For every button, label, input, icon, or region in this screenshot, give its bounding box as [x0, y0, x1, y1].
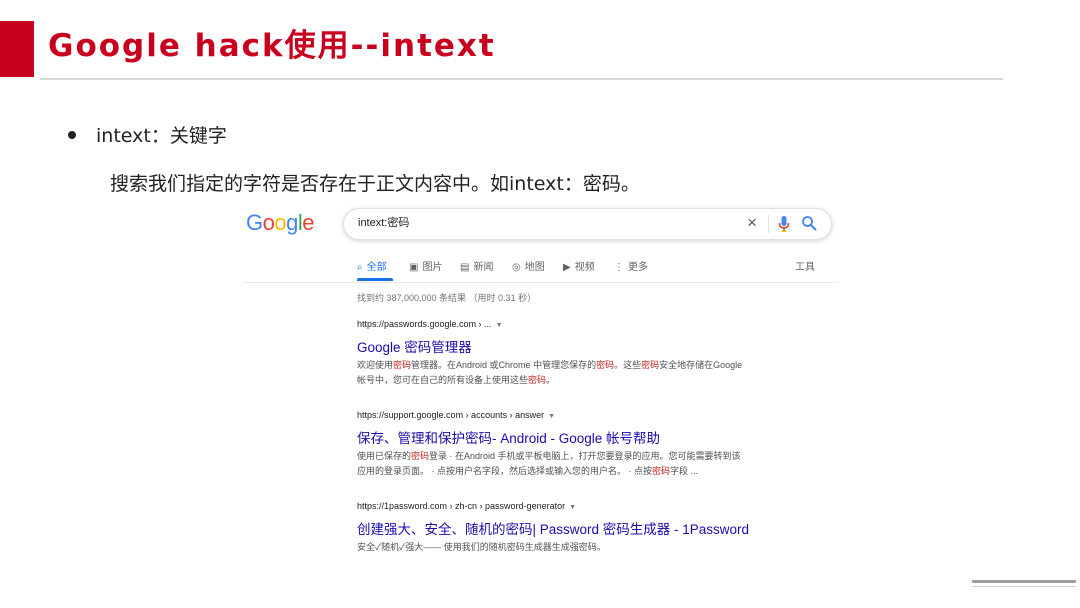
snippet-line: 应用的登录页面。 · 点按用户名字段，然后选择或输入您的用户名。 · 点按密码字… [357, 464, 787, 479]
tab-more[interactable]: ⋮ 更多 [614, 258, 648, 273]
tab-images[interactable]: ▣ 图片 [409, 258, 442, 273]
result-title-link[interactable]: 创建强大、安全、随机的密码| Password 密码生成器 - 1Passwor… [357, 521, 787, 538]
news-icon: ▤ [460, 262, 470, 273]
result-url[interactable]: https://passwords.google.com › ... ▼ [357, 318, 787, 332]
snippet-text: 。这些 [614, 360, 642, 370]
snippet-text: 使用已保存的 [357, 451, 412, 461]
result-url-text: https://1password.com › zh-cn › password… [357, 501, 566, 511]
snippet-text: 登录 · 在Android 手机或平板电脑上，打开您要登录的应用。您可能需要转到… [429, 451, 741, 461]
tab-videos[interactable]: ▶ 视频 [563, 258, 595, 273]
tab-maps[interactable]: ◎ 地图 [512, 258, 545, 273]
video-icon: ▶ [563, 262, 571, 273]
snippet-highlight: 密码 [641, 360, 660, 370]
active-tab-indicator [357, 278, 393, 281]
search-icon: ⌕ [357, 262, 363, 273]
tab-label: 图片 [422, 262, 443, 273]
tab-label: 地图 [524, 262, 545, 273]
snippet-line: 安全✓随机✓强大—— 使用我们的随机密码生成器生成强密码。 [357, 542, 606, 552]
logo-letter: G [246, 210, 263, 235]
google-screenshot: Google × ⌕全部 ▣图片 ▤新闻 ◎地图 ▶视频 ⋮ 更多 工具 找到约 … [243, 200, 838, 560]
tabs-divider [243, 282, 838, 283]
tab-label: 更多 [628, 262, 648, 273]
search-box[interactable]: × [343, 208, 832, 240]
result-snippet: 使用已保存的密码登录 · 在Android 手机或平板电脑上，打开您要登录的应用… [357, 449, 787, 479]
result-title-link[interactable]: Google 密码管理器 [357, 339, 787, 356]
result-snippet: 欢迎使用密码管理器。在Android 或Chrome 中管理您保存的密码。这些密… [357, 358, 787, 388]
logo-letter: o [274, 210, 287, 235]
title-accent-bar [0, 21, 34, 77]
tab-all[interactable]: ⌕ 全部 [357, 258, 387, 273]
result-url[interactable]: https://support.google.com › accounts › … [357, 409, 787, 423]
result-url[interactable]: https://1password.com › zh-cn › password… [357, 500, 787, 514]
result-url-text: https://support.google.com › accounts › … [357, 410, 545, 420]
result-snippet: 安全✓随机✓强大—— 使用我们的随机密码生成器生成强密码。 [357, 540, 787, 555]
snippet-highlight: 密码 [596, 360, 615, 370]
snippet-text: 应用的登录页面。 · 点按用户名字段，然后选择或输入您的用户名。 · 点按 [357, 466, 652, 476]
title-divider [40, 78, 1003, 80]
tools-button[interactable]: 工具 [795, 258, 815, 273]
snippet-line: 帐号中，您可在自己的所有设备上使用这些密码。 [357, 373, 787, 388]
logo-letter: e [302, 210, 315, 235]
search-result: https://1password.com › zh-cn › password… [357, 500, 787, 555]
snippet-text: 。 [546, 375, 556, 385]
image-icon: ▣ [409, 262, 419, 273]
snippet-highlight: 密码 [393, 360, 412, 370]
snippet-line: 使用已保存的密码登录 · 在Android 手机或平板电脑上，打开您要登录的应用… [357, 449, 787, 464]
search-input[interactable] [358, 216, 718, 228]
map-pin-icon: ◎ [512, 262, 521, 273]
chevron-down-icon[interactable]: ▼ [569, 504, 576, 511]
clear-icon[interactable]: × [747, 213, 757, 233]
snippet-line: 欢迎使用密码管理器。在Android 或Chrome 中管理您保存的密码。这些密… [357, 358, 787, 373]
snippet-text: 欢迎使用 [357, 360, 394, 370]
snippet-highlight: 密码 [411, 451, 430, 461]
chevron-down-icon[interactable]: ▼ [548, 413, 555, 420]
result-stats: 找到约 387,000,000 条结果 （用时 0.31 秒） [357, 293, 537, 303]
result-title-link[interactable]: 保存、管理和保护密码- Android - Google 帐号帮助 [357, 430, 787, 447]
google-logo: Google [246, 210, 315, 236]
search-result: https://passwords.google.com › ... ▼ Goog… [357, 318, 787, 388]
bullet-dot-icon [68, 130, 76, 139]
logo-letter: g [286, 210, 298, 235]
microphone-icon[interactable] [777, 215, 791, 233]
search-divider [768, 215, 769, 233]
logo-letter: o [262, 210, 275, 235]
slide-title: Google hack使用--intext [48, 28, 496, 64]
result-url-text: https://passwords.google.com › ... [357, 319, 492, 329]
tab-news[interactable]: ▤ 新闻 [460, 258, 493, 273]
description-text: 搜索我们指定的字符是否存在于正文内容中。如intext：密码。 [110, 173, 640, 195]
tab-label: 全部 [366, 262, 387, 273]
search-icon[interactable] [801, 215, 817, 231]
search-result: https://support.google.com › accounts › … [357, 409, 787, 479]
more-vertical-icon: ⋮ [614, 262, 624, 273]
tab-label: 新闻 [473, 262, 494, 273]
tab-label: 视频 [574, 262, 595, 273]
snippet-text: 安全地存储在Google [659, 360, 743, 370]
bullet-text: intext：关键字 [96, 125, 227, 147]
search-tabs: ⌕ 全部 ▣ 图片 ▤ 新闻 ◎ 地图 ▶ 视频 ⋮ 更多 [357, 258, 817, 282]
snippet-highlight: 密码 [528, 375, 547, 385]
slide-nav-bar-shadow [972, 586, 1076, 587]
chevron-down-icon[interactable]: ▼ [496, 322, 503, 329]
slide-nav-bar [972, 580, 1076, 583]
bullet-item: intext：关键字 [68, 121, 227, 148]
snippet-text: 帐号中，您可在自己的所有设备上使用这些 [357, 375, 529, 385]
snippet-text: 字段 ... [670, 466, 699, 476]
snippet-text: 管理器。在Android 或Chrome 中管理您保存的 [411, 360, 597, 370]
snippet-highlight: 密码 [652, 466, 671, 476]
